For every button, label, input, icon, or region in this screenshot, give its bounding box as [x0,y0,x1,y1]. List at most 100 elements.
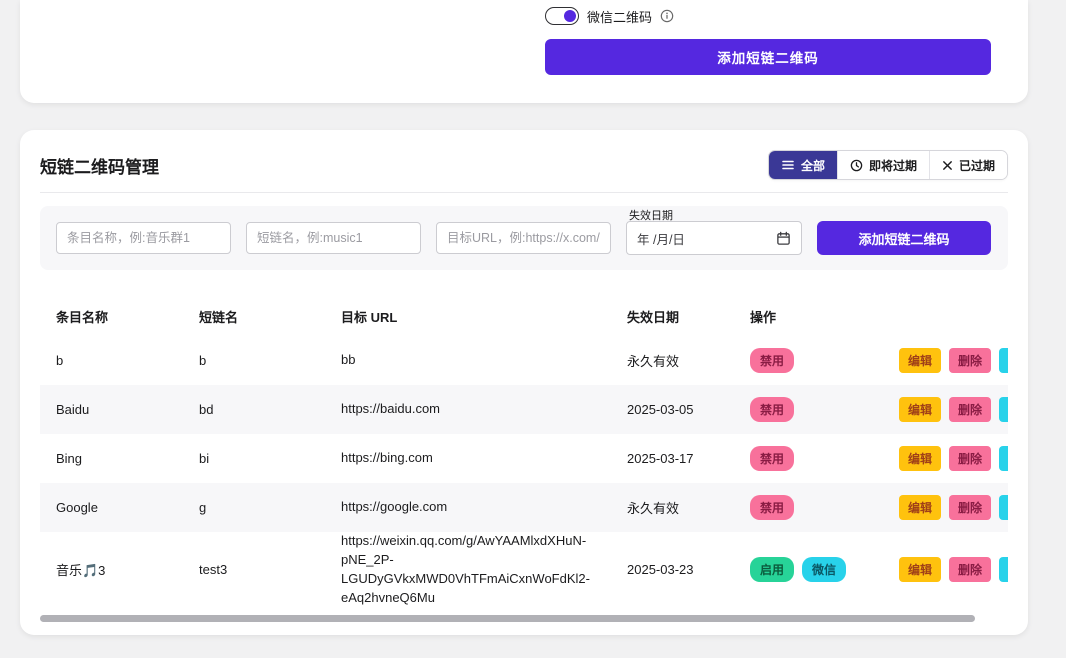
expiry-date-input[interactable]: 失效日期 年 /月/日 [626,221,802,255]
status-cell: 禁用 [734,397,883,422]
expiry-date-cell: 2025-03-05 [611,402,734,417]
entry-name-cell: Bing [40,451,183,466]
qrcode-button[interactable]: 二维码 [999,348,1008,373]
entry-name-cell: Baidu [40,402,183,417]
close-icon [942,160,953,171]
tab-label: 已过期 [959,157,995,174]
qrcode-button[interactable]: 二维码 [999,446,1008,471]
actions-cell: 编辑删除二维码 [883,446,1008,471]
tab-expired[interactable]: 已过期 [929,151,1007,179]
tab-label: 即将过期 [869,157,917,174]
short-name-cell: bi [183,451,325,466]
status-cell: 禁用 [734,348,883,373]
edit-button[interactable]: 编辑 [899,446,941,471]
column-header: 目标 URL [325,307,611,326]
status-cell: 启用微信 [734,557,883,582]
edit-button[interactable]: 编辑 [899,397,941,422]
table-scroll-area[interactable]: 条目名称短链名目标 URL失效日期操作bbbb永久有效禁用编辑删除二维码Baid… [40,296,1008,607]
toggle-status-button[interactable]: 禁用 [750,446,794,471]
toggle-knob [564,10,576,22]
wechat-toggle-row: 微信二维码 [545,6,991,26]
url-text: https://bing.com [341,449,601,468]
manager-card: 短链二维码管理 全部 即将过期 已过期 失效日期 年 /月/日 添加短链二维码 条目… [20,130,1028,635]
qrcode-button[interactable]: 二维码 [999,495,1008,520]
tab-expiring[interactable]: 即将过期 [837,151,929,179]
expiry-date-cell: 永久有效 [611,498,734,517]
scrollbar-track [40,615,1008,623]
create-card: 微信二维码 添加短链二维码 [20,0,1028,103]
horizontal-scrollbar-thumb[interactable] [40,615,975,622]
wechat-tag: 微信 [802,557,846,582]
table-row: Baidubd https://baidu.com 2025-03-05 禁用 编辑删除… [40,385,1008,434]
tab-label: 全部 [801,157,825,174]
expiry-date-label: 失效日期 [629,207,673,223]
column-header: 操作 [734,307,883,326]
short-name-cell: b [183,353,325,368]
target-url-cell: bb [325,351,611,370]
url-text: https://weixin.qq.com/g/AwYAAMlxdXHuN-pN… [341,532,601,607]
list-icon [781,158,795,172]
column-header: 短链名 [183,307,325,326]
column-header: 条目名称 [40,307,183,326]
expiry-date-cell: 永久有效 [611,351,734,370]
status-cell: 禁用 [734,446,883,471]
entry-name-input[interactable] [56,222,231,254]
table-row: Bingbi https://bing.com 2025-03-17 禁用 编辑删除二维… [40,434,1008,483]
expiry-date-cell: 2025-03-17 [611,451,734,466]
table-row: bbbb永久有效禁用编辑删除二维码 [40,336,1008,385]
delete-button[interactable]: 删除 [949,348,991,373]
actions-cell: 编辑删除二维码 [883,348,1008,373]
entry-name-cell: Google [40,500,183,515]
target-url-input[interactable] [436,222,611,254]
actions-cell: 编辑删除二维码 [883,397,1008,422]
delete-button[interactable]: 删除 [949,557,991,582]
divider [40,192,1008,193]
delete-button[interactable]: 删除 [949,446,991,471]
add-shortlink-qr-button[interactable]: 添加短链二维码 [545,39,991,75]
edit-button[interactable]: 编辑 [899,348,941,373]
filter-tab-group: 全部 即将过期 已过期 [768,150,1008,180]
target-url-cell: https://baidu.com [325,400,611,419]
short-name-cell: test3 [183,562,325,577]
expiry-date-cell: 2025-03-23 [611,562,734,577]
filter-bar: 失效日期 年 /月/日 添加短链二维码 [40,206,1008,270]
shortlink-table: 条目名称短链名目标 URL失效日期操作bbbb永久有效禁用编辑删除二维码Baid… [40,296,1008,607]
target-url-cell: https://bing.com [325,449,611,468]
column-header: 失效日期 [611,307,734,326]
table-row: 音乐🎵3test3https://weixin.qq.com/g/AwYAAMl… [40,532,1008,607]
tab-all[interactable]: 全部 [769,151,837,179]
edit-button[interactable]: 编辑 [899,557,941,582]
table-row: Googleg https://google.com 永久有效禁用 编辑删除二维码 [40,483,1008,532]
calendar-icon[interactable] [776,231,791,246]
short-name-cell: g [183,500,325,515]
delete-button[interactable]: 删除 [949,495,991,520]
page-title: 短链二维码管理 [40,153,159,178]
actions-cell: 编辑删除二维码 [883,495,1008,520]
url-text: https://google.com [341,498,601,517]
toggle-status-button[interactable]: 禁用 [750,397,794,422]
qrcode-button[interactable]: 二维码 [999,557,1008,582]
url-text: https://baidu.com [341,400,601,419]
info-icon[interactable] [660,9,674,23]
clock-icon [850,159,863,172]
wechat-qr-toggle[interactable] [545,7,579,25]
toggle-status-button[interactable]: 禁用 [750,495,794,520]
add-shortlink-qr-button-secondary[interactable]: 添加短链二维码 [817,221,991,255]
toggle-status-button[interactable]: 禁用 [750,348,794,373]
delete-button[interactable]: 删除 [949,397,991,422]
actions-cell: 编辑删除二维码 [883,557,1008,582]
manager-header: 短链二维码管理 全部 即将过期 已过期 [40,130,1008,192]
entry-name-cell: b [40,353,183,368]
edit-button[interactable]: 编辑 [899,495,941,520]
qrcode-button[interactable]: 二维码 [999,397,1008,422]
short-name-cell: bd [183,402,325,417]
expiry-date-value: 年 /月/日 [637,229,685,248]
short-name-input[interactable] [246,222,421,254]
url-text: bb [341,351,601,370]
table-header-row: 条目名称短链名目标 URL失效日期操作 [40,296,1008,336]
toggle-status-button[interactable]: 启用 [750,557,794,582]
status-cell: 禁用 [734,495,883,520]
target-url-cell: https://google.com [325,498,611,517]
target-url-cell: https://weixin.qq.com/g/AwYAAMlxdXHuN-pN… [325,532,611,607]
wechat-qr-toggle-label: 微信二维码 [587,7,652,26]
